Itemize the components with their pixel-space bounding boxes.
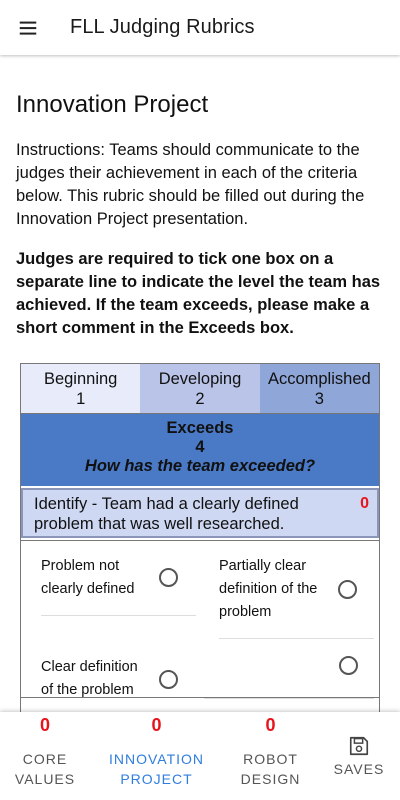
- save-icon: [349, 736, 369, 756]
- judges-note: Judges are required to tick one box on a…: [16, 250, 381, 337]
- criterion-text: Identify - Team had a clearly defined pr…: [34, 495, 299, 533]
- nav-core-values[interactable]: 0 CORE VALUES: [0, 712, 90, 800]
- legend-exceeds-label: Exceeds: [166, 419, 234, 437]
- nav-saves[interactable]: SAVES: [318, 712, 400, 800]
- radio-developing[interactable]: [338, 580, 357, 599]
- legend-exceeds-question: How has the team exceeded?: [84, 457, 316, 475]
- main-content[interactable]: Innovation Project Instructions: Teams s…: [0, 55, 400, 712]
- legend-accomplished-label: Accomplished: [267, 370, 371, 388]
- criterion-header: Identify - Team had a clearly defined pr…: [21, 488, 379, 538]
- option-divider: [204, 698, 374, 699]
- legend-accomplished-value: 3: [314, 390, 324, 408]
- nav-innovation-project[interactable]: 0 INNOVATION PROJECT: [90, 712, 223, 800]
- legend-developing: Developing 2: [140, 364, 260, 413]
- legend-accomplished: Accomplished 3: [259, 364, 379, 413]
- rubric-divider: [20, 697, 380, 698]
- nav-core-values-count: 0: [39, 715, 50, 735]
- app-bar: FLL Judging Rubrics: [0, 0, 400, 55]
- nav-innovation-project-count: 0: [151, 715, 162, 735]
- legend-developing-label: Developing: [158, 370, 242, 388]
- option-exceeds[interactable]: [204, 642, 374, 700]
- option-divider: [219, 638, 374, 639]
- option-accomplished-label: Clear definition of the problem: [41, 659, 138, 698]
- radio-exceeds[interactable]: [339, 656, 358, 675]
- option-divider: [41, 615, 196, 616]
- legend-beginning-label: Beginning: [43, 370, 118, 388]
- nav-saves-label: SAVES: [333, 761, 385, 777]
- bottom-navigation: 0 CORE VALUES 0 INNOVATION PROJECT 0 ROB…: [0, 712, 400, 800]
- radio-accomplished[interactable]: [159, 670, 178, 689]
- nav-robot-design-label: ROBOT DESIGN: [240, 751, 301, 787]
- page-title: Innovation Project: [16, 91, 209, 118]
- radio-beginning[interactable]: [159, 568, 178, 587]
- rubric-table: Beginning 1 Developing 2 Accomplished 3 …: [20, 363, 380, 712]
- legend-beginning-value: 1: [76, 390, 86, 408]
- criterion-options: Problem not clearly defined Partially cl…: [21, 540, 379, 712]
- option-beginning[interactable]: Problem not clearly defined: [41, 555, 196, 617]
- legend-exceeds-value: 4: [195, 438, 205, 456]
- menu-button[interactable]: [0, 0, 56, 55]
- app-title: FLL Judging Rubrics: [70, 16, 255, 38]
- legend-exceeds: Exceeds 4 How has the team exceeded?: [21, 414, 379, 486]
- criterion-score: 0: [360, 495, 369, 512]
- nav-robot-design-count: 0: [265, 715, 276, 735]
- hamburger-menu-icon: [19, 21, 37, 35]
- option-developing[interactable]: Partially clear definition of the proble…: [219, 555, 374, 641]
- nav-innovation-project-label: INNOVATION PROJECT: [108, 751, 205, 787]
- option-developing-label: Partially clear definition of the proble…: [219, 558, 318, 620]
- nav-core-values-label: CORE VALUES: [14, 751, 76, 787]
- level-legend: Beginning 1 Developing 2 Accomplished 3: [21, 364, 379, 414]
- option-accomplished[interactable]: Clear definition of the problem: [41, 656, 196, 712]
- legend-beginning: Beginning 1: [21, 364, 141, 413]
- instructions-text: Instructions: Teams should communicate t…: [16, 141, 365, 228]
- option-beginning-label: Problem not clearly defined: [41, 558, 135, 597]
- nav-robot-design[interactable]: 0 ROBOT DESIGN: [223, 712, 318, 800]
- legend-developing-value: 2: [195, 390, 205, 408]
